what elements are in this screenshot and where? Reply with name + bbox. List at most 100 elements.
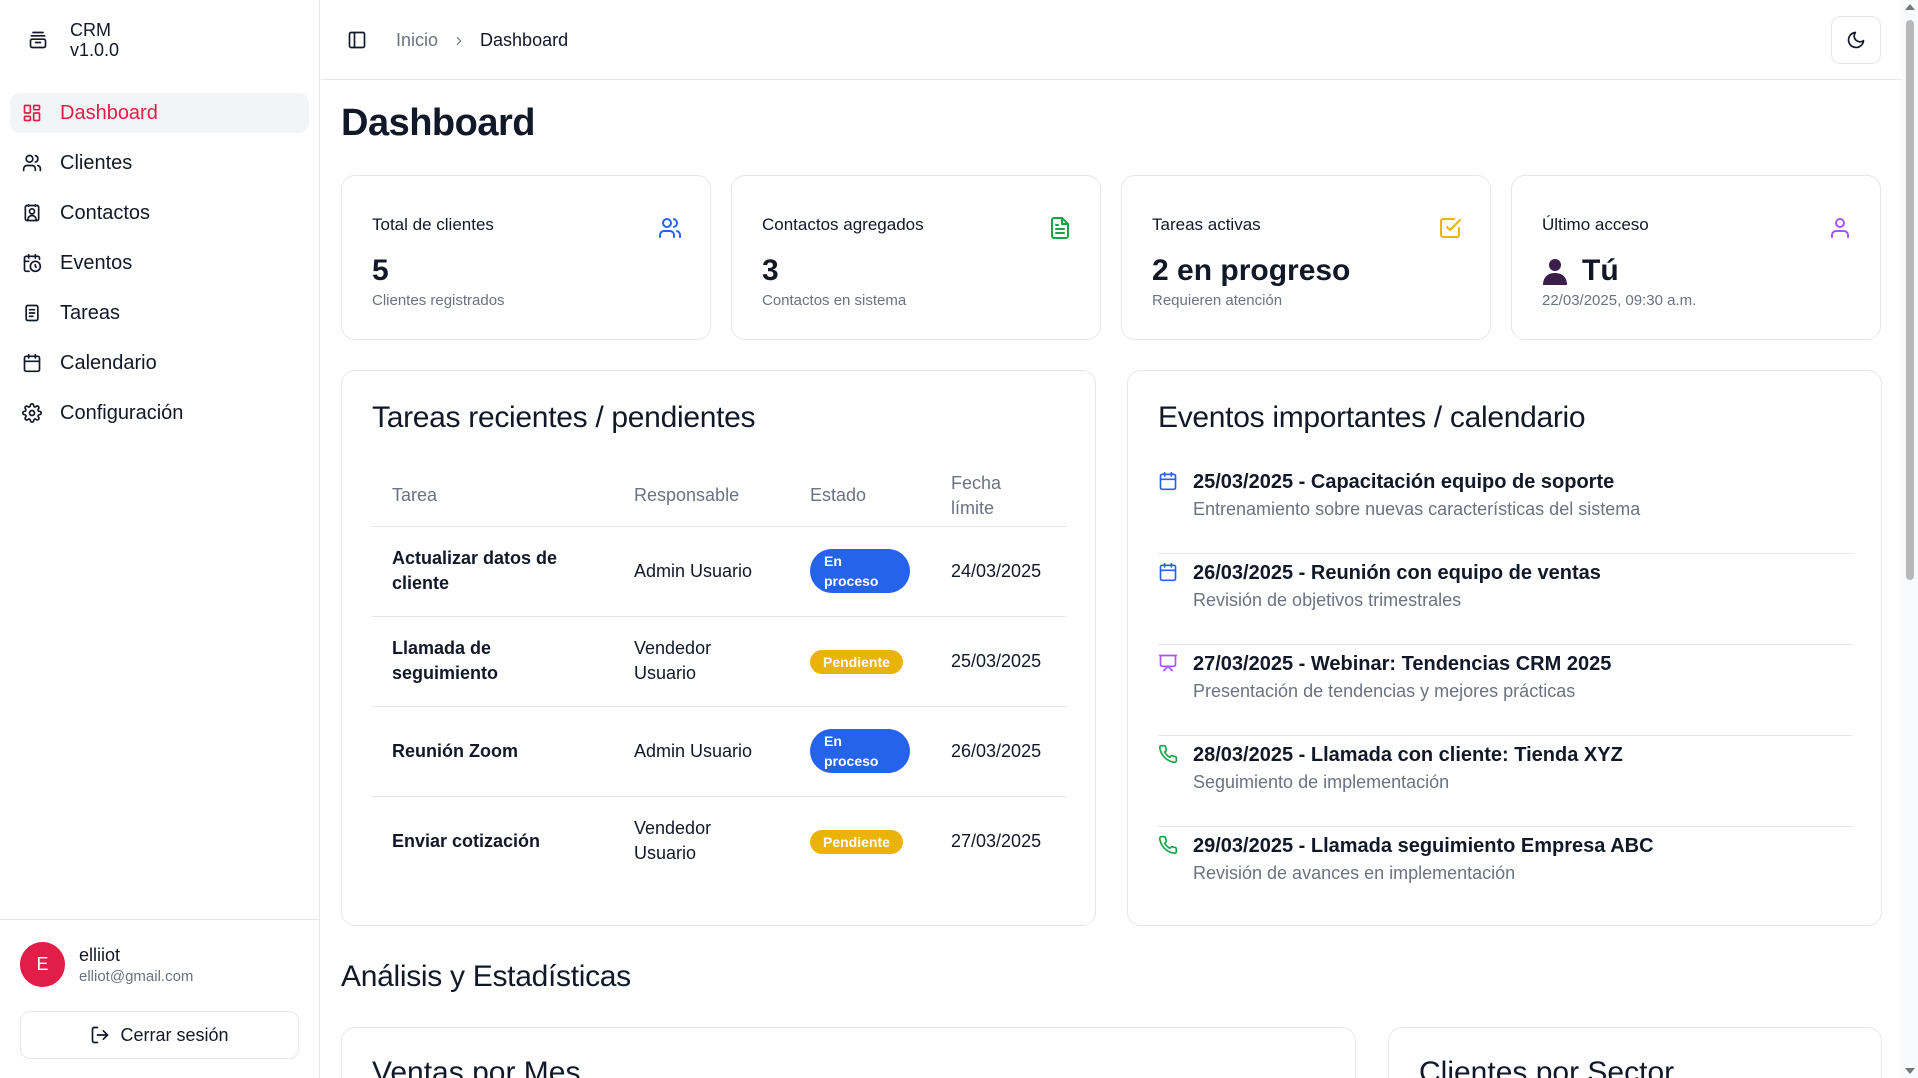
column-header: Estado	[790, 466, 931, 527]
phone-icon	[1158, 744, 1178, 764]
table-row[interactable]: Reunión Zoom Admin Usuario En proceso 26…	[372, 706, 1067, 797]
task-status-cell: En proceso	[790, 526, 931, 617]
stat-card-ultimo-acceso: Último acceso Tú 22/03/2025, 09:30 a.m.	[1511, 175, 1881, 340]
calendar-icon	[1159, 562, 1177, 582]
page-title: Dashboard	[341, 102, 535, 144]
stat-label: Último acceso	[1542, 215, 1649, 234]
table-header-row: Tarea Responsable Estado Fecha límite	[372, 466, 1067, 527]
event-item[interactable]: 27/03/2025 - Webinar: Tendencias CRM 202…	[1158, 645, 1853, 736]
sales-chart-card: Ventas por Mes	[341, 1027, 1356, 1078]
user-area: E elliiot elliot@gmail.com Cerrar sesión	[0, 919, 320, 1078]
brand-version: v1.0.0	[70, 40, 120, 60]
sidebar-item-label: Tareas	[60, 301, 121, 324]
stat-subtitle: Contactos en sistema	[762, 292, 907, 309]
event-item[interactable]: 26/03/2025 - Reunión con equipo de venta…	[1158, 554, 1853, 645]
person-silhouette-icon	[1543, 259, 1567, 285]
tasks-panel: Tareas recientes / pendientes Tarea Resp…	[341, 370, 1096, 926]
brand-name: CRM	[70, 20, 111, 40]
task-owner: Admin Usuario	[614, 526, 790, 617]
stat-value-wrapper: Tú	[1542, 254, 1619, 288]
stat-card-contactos: Contactos agregados 3 Contactos en siste…	[731, 175, 1101, 340]
task-owner: Vendedor Usuario	[614, 616, 790, 707]
sidebar-item-eventos[interactable]: Eventos	[10, 243, 309, 283]
task-owner-label: Vendedor Usuario	[634, 638, 712, 683]
stat-label: Total de clientes	[372, 215, 494, 234]
scroll-down-arrow-icon[interactable]	[1905, 1068, 1915, 1074]
event-description: Revisión de avances en implementación	[1193, 863, 1516, 883]
breadcrumb-home-link[interactable]: Inicio	[396, 30, 438, 51]
event-title: 25/03/2025 - Capacitación equipo de sopo…	[1193, 471, 1615, 493]
sidebar-item-label: Eventos	[60, 251, 133, 274]
task-status-cell: Pendiente	[790, 796, 931, 886]
sidebar-item-clientes[interactable]: Clientes	[10, 143, 309, 183]
stat-label: Tareas activas	[1152, 215, 1261, 234]
stat-card-tareas: Tareas activas 2 en progreso Requieren a…	[1121, 175, 1491, 340]
sidebar-item-dashboard[interactable]: Dashboard	[10, 93, 309, 133]
brand[interactable]: CRM v1.0.0	[28, 20, 119, 60]
task-name: Actualizar datos de cliente	[372, 526, 614, 617]
event-title: 27/03/2025 - Webinar: Tendencias CRM 202…	[1193, 653, 1612, 675]
task-name: Enviar cotización	[392, 830, 541, 851]
logout-label: Cerrar sesión	[120, 1024, 229, 1045]
event-description: Presentación de tendencias y mejores prá…	[1193, 681, 1576, 701]
column-header-label: Estado	[810, 485, 867, 506]
stat-value: 3	[762, 254, 779, 287]
users-icon	[22, 154, 42, 172]
table-row[interactable]: Actualizar datos de cliente Admin Usuari…	[372, 526, 1067, 617]
theme-toggle-button[interactable]	[1831, 16, 1881, 64]
column-header: Fecha límite	[931, 466, 1067, 527]
moon-icon	[1847, 31, 1865, 49]
task-owner: Admin Usuario	[614, 706, 790, 797]
breadcrumb: Inicio Dashboard	[396, 30, 568, 51]
file-text-icon	[1051, 217, 1069, 239]
task-status-cell: Pendiente	[790, 616, 931, 707]
sidebar-item-contactos[interactable]: Contactos	[10, 193, 309, 233]
calendar-icon	[23, 353, 41, 373]
stat-subtitle: Clientes registrados	[372, 292, 505, 309]
task-name: Llamada de seguimiento	[372, 616, 614, 707]
table-row[interactable]: Llamada de seguimiento Vendedor Usuario …	[372, 616, 1067, 707]
event-title: 28/03/2025 - Llamada con cliente: Tienda…	[1193, 744, 1623, 766]
event-description: Seguimiento de implementación	[1193, 772, 1450, 792]
stat-subtitle: Requieren atención	[1152, 292, 1283, 309]
sidebar-item-label: Clientes	[60, 151, 133, 174]
sidebar: CRM v1.0.0 Dashboard Clientes Contactos …	[0, 0, 320, 1078]
top-header: Inicio Dashboard	[321, 0, 1901, 80]
gear-icon	[22, 403, 42, 423]
event-item[interactable]: 28/03/2025 - Llamada con cliente: Tienda…	[1158, 736, 1853, 827]
layers-icon	[29, 31, 47, 49]
contact-book-icon	[24, 203, 40, 222]
page-scrollbar[interactable]	[1901, 0, 1918, 1078]
column-header: Tarea	[372, 466, 614, 527]
task-name: Reunión Zoom	[372, 706, 614, 797]
task-date: 25/03/2025	[931, 616, 1067, 707]
event-item[interactable]: 29/03/2025 - Llamada seguimiento Empresa…	[1158, 827, 1853, 918]
sidebar-item-label: Configuración	[60, 401, 184, 424]
task-date: 27/03/2025	[951, 830, 1042, 851]
avatar: E	[20, 942, 65, 987]
events-panel-title: Eventos importantes / calendario	[1158, 401, 1586, 434]
status-badge: Pendiente	[810, 829, 903, 854]
event-description: Entrenamiento sobre nuevas característic…	[1193, 499, 1641, 519]
tasks-table: Tarea Responsable Estado Fecha límite Ac…	[372, 466, 1067, 886]
chevron-right-icon	[456, 36, 462, 45]
scrollbar-thumb[interactable]	[1906, 20, 1914, 580]
check-square-icon	[1440, 218, 1461, 238]
sidebar-item-configuracion[interactable]: Configuración	[10, 393, 309, 433]
scroll-up-arrow-icon[interactable]	[1905, 4, 1915, 10]
calendar-icon	[1159, 471, 1177, 491]
event-item[interactable]: 25/03/2025 - Capacitación equipo de sopo…	[1158, 463, 1853, 554]
sidebar-item-calendario[interactable]: Calendario	[10, 343, 309, 383]
user-email: elliot@gmail.com	[79, 967, 194, 985]
clipboard-list-icon	[25, 304, 39, 322]
sidebar-toggle-icon[interactable]	[347, 30, 367, 50]
user-profile[interactable]: E elliiot elliot@gmail.com	[20, 942, 193, 987]
logout-button[interactable]: Cerrar sesión	[20, 1011, 299, 1059]
stat-label: Contactos agregados	[762, 215, 924, 234]
stat-value: 2 en progreso	[1152, 254, 1351, 287]
user-name: elliiot	[79, 944, 121, 965]
table-row[interactable]: Enviar cotización Vendedor Usuario Pendi…	[372, 796, 1067, 886]
task-status-cell: En proceso	[790, 706, 931, 797]
chart-title: Ventas por Mes	[372, 1056, 581, 1078]
sidebar-item-tareas[interactable]: Tareas	[10, 293, 309, 333]
